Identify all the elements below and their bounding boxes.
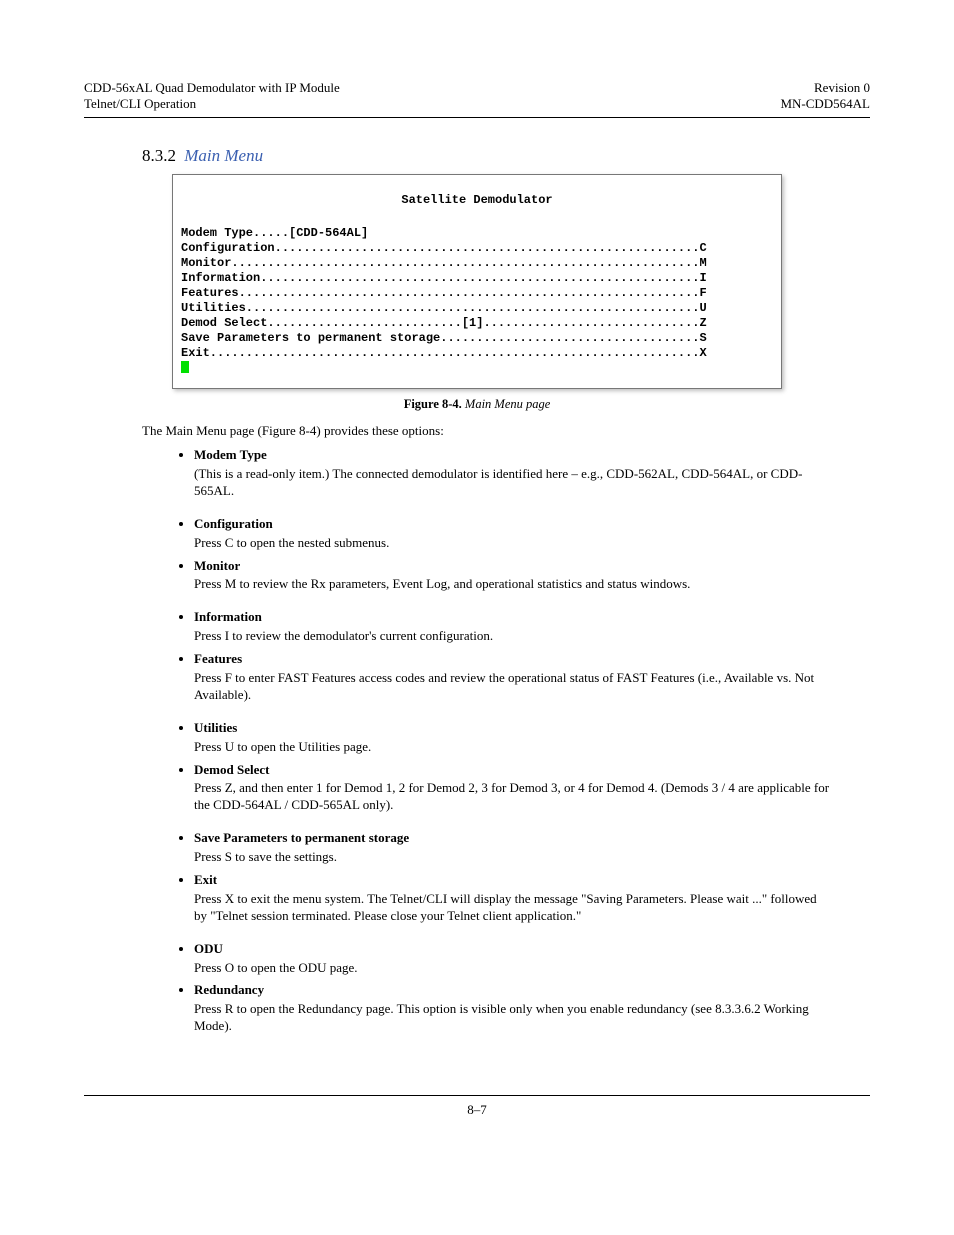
list-item: Save Parameters to permanent storage Pres…: [194, 830, 870, 866]
list-item: Features Press F to enter FAST Features a…: [194, 651, 870, 704]
item-label: Modem Type: [194, 447, 267, 462]
terminal-line: Save Parameters to permanent storage....…: [181, 331, 773, 346]
list-item: Configuration Press C to open the nested …: [194, 516, 870, 552]
item-label: Features: [194, 651, 242, 666]
list-item: ODU Press O to open the ODU page.: [194, 941, 870, 977]
terminal-title: Satellite Demodulator: [181, 193, 773, 208]
list-item: Information Press I to review the demodul…: [194, 609, 870, 645]
list-item: Exit Press X to exit the menu system. The…: [194, 872, 870, 925]
list-item: Redundancy Press R to open the Redundancy…: [194, 982, 870, 1035]
item-label: ODU: [194, 941, 223, 956]
item-desc: Press M to review the Rx parameters, Eve…: [194, 576, 830, 593]
item-label: Information: [194, 609, 262, 624]
terminal-line: Monitor.................................…: [181, 256, 773, 271]
terminal-line: Utilities...............................…: [181, 301, 773, 316]
figure-caption-text: Main Menu page: [465, 397, 550, 411]
item-desc: Press Z, and then enter 1 for Demod 1, 2…: [194, 780, 830, 814]
list-item: Utilities Press U to open the Utilities p…: [194, 720, 870, 756]
header-right-line2: MN-CDD564AL: [780, 96, 870, 112]
cursor-icon: [181, 361, 189, 373]
terminal-figure: Satellite Demodulator Modem Type.....[CD…: [172, 174, 782, 389]
item-desc: Press C to open the nested submenus.: [194, 535, 830, 552]
page-header: CDD-56xAL Quad Demodulator with IP Modul…: [84, 80, 870, 113]
footer-rule: [84, 1095, 870, 1096]
figure-number: Figure 8-4.: [404, 397, 462, 411]
list-item: Monitor Press M to review the Rx paramete…: [194, 558, 870, 594]
terminal-line: Demod Select...........................[…: [181, 316, 773, 331]
figure-caption: Figure 8-4. Main Menu page: [84, 397, 870, 412]
item-desc: Press U to open the Utilities page.: [194, 739, 830, 756]
terminal-line: Configuration...........................…: [181, 241, 773, 256]
list-item: Modem Type (This is a read-only item.) Th…: [194, 447, 870, 500]
terminal-line: Features................................…: [181, 286, 773, 301]
terminal-line: Exit....................................…: [181, 346, 773, 361]
options-list: Modem Type (This is a read-only item.) Th…: [194, 447, 870, 1035]
item-label: Monitor: [194, 558, 240, 573]
item-desc: Press F to enter FAST Features access co…: [194, 670, 830, 704]
item-desc: Press X to exit the menu system. The Tel…: [194, 891, 830, 925]
item-label: Save Parameters to permanent storage: [194, 830, 409, 845]
item-desc: (This is a read-only item.) The connecte…: [194, 466, 830, 500]
page-number: 8–7: [84, 1102, 870, 1118]
item-desc: Press O to open the ODU page.: [194, 960, 830, 977]
section-title-text: Main Menu: [184, 146, 263, 165]
item-desc: Press R to open the Redundancy page. Thi…: [194, 1001, 830, 1035]
item-desc: Press S to save the settings.: [194, 849, 830, 866]
item-label: Exit: [194, 872, 217, 887]
terminal-line: Modem Type.....[CDD-564AL]: [181, 226, 773, 241]
terminal-line: Information.............................…: [181, 271, 773, 286]
item-label: Demod Select: [194, 762, 269, 777]
terminal-cursor-line: [181, 361, 773, 378]
item-desc: Press I to review the demodulator's curr…: [194, 628, 830, 645]
header-left-line2: Telnet/CLI Operation: [84, 96, 340, 112]
header-left-line1: CDD-56xAL Quad Demodulator with IP Modul…: [84, 80, 340, 96]
intro-paragraph: The Main Menu page (Figure 8-4) provides…: [142, 422, 870, 440]
item-label: Utilities: [194, 720, 237, 735]
list-item: Demod Select Press Z, and then enter 1 fo…: [194, 762, 870, 815]
terminal-frame: Satellite Demodulator Modem Type.....[CD…: [172, 174, 782, 389]
section-number: 8.3.2: [142, 146, 176, 165]
item-label: Configuration: [194, 516, 273, 531]
header-right-line1: Revision 0: [780, 80, 870, 96]
header-rule: [84, 117, 870, 118]
section-heading: 8.3.2 Main Menu: [142, 146, 870, 166]
item-label: Redundancy: [194, 982, 264, 997]
